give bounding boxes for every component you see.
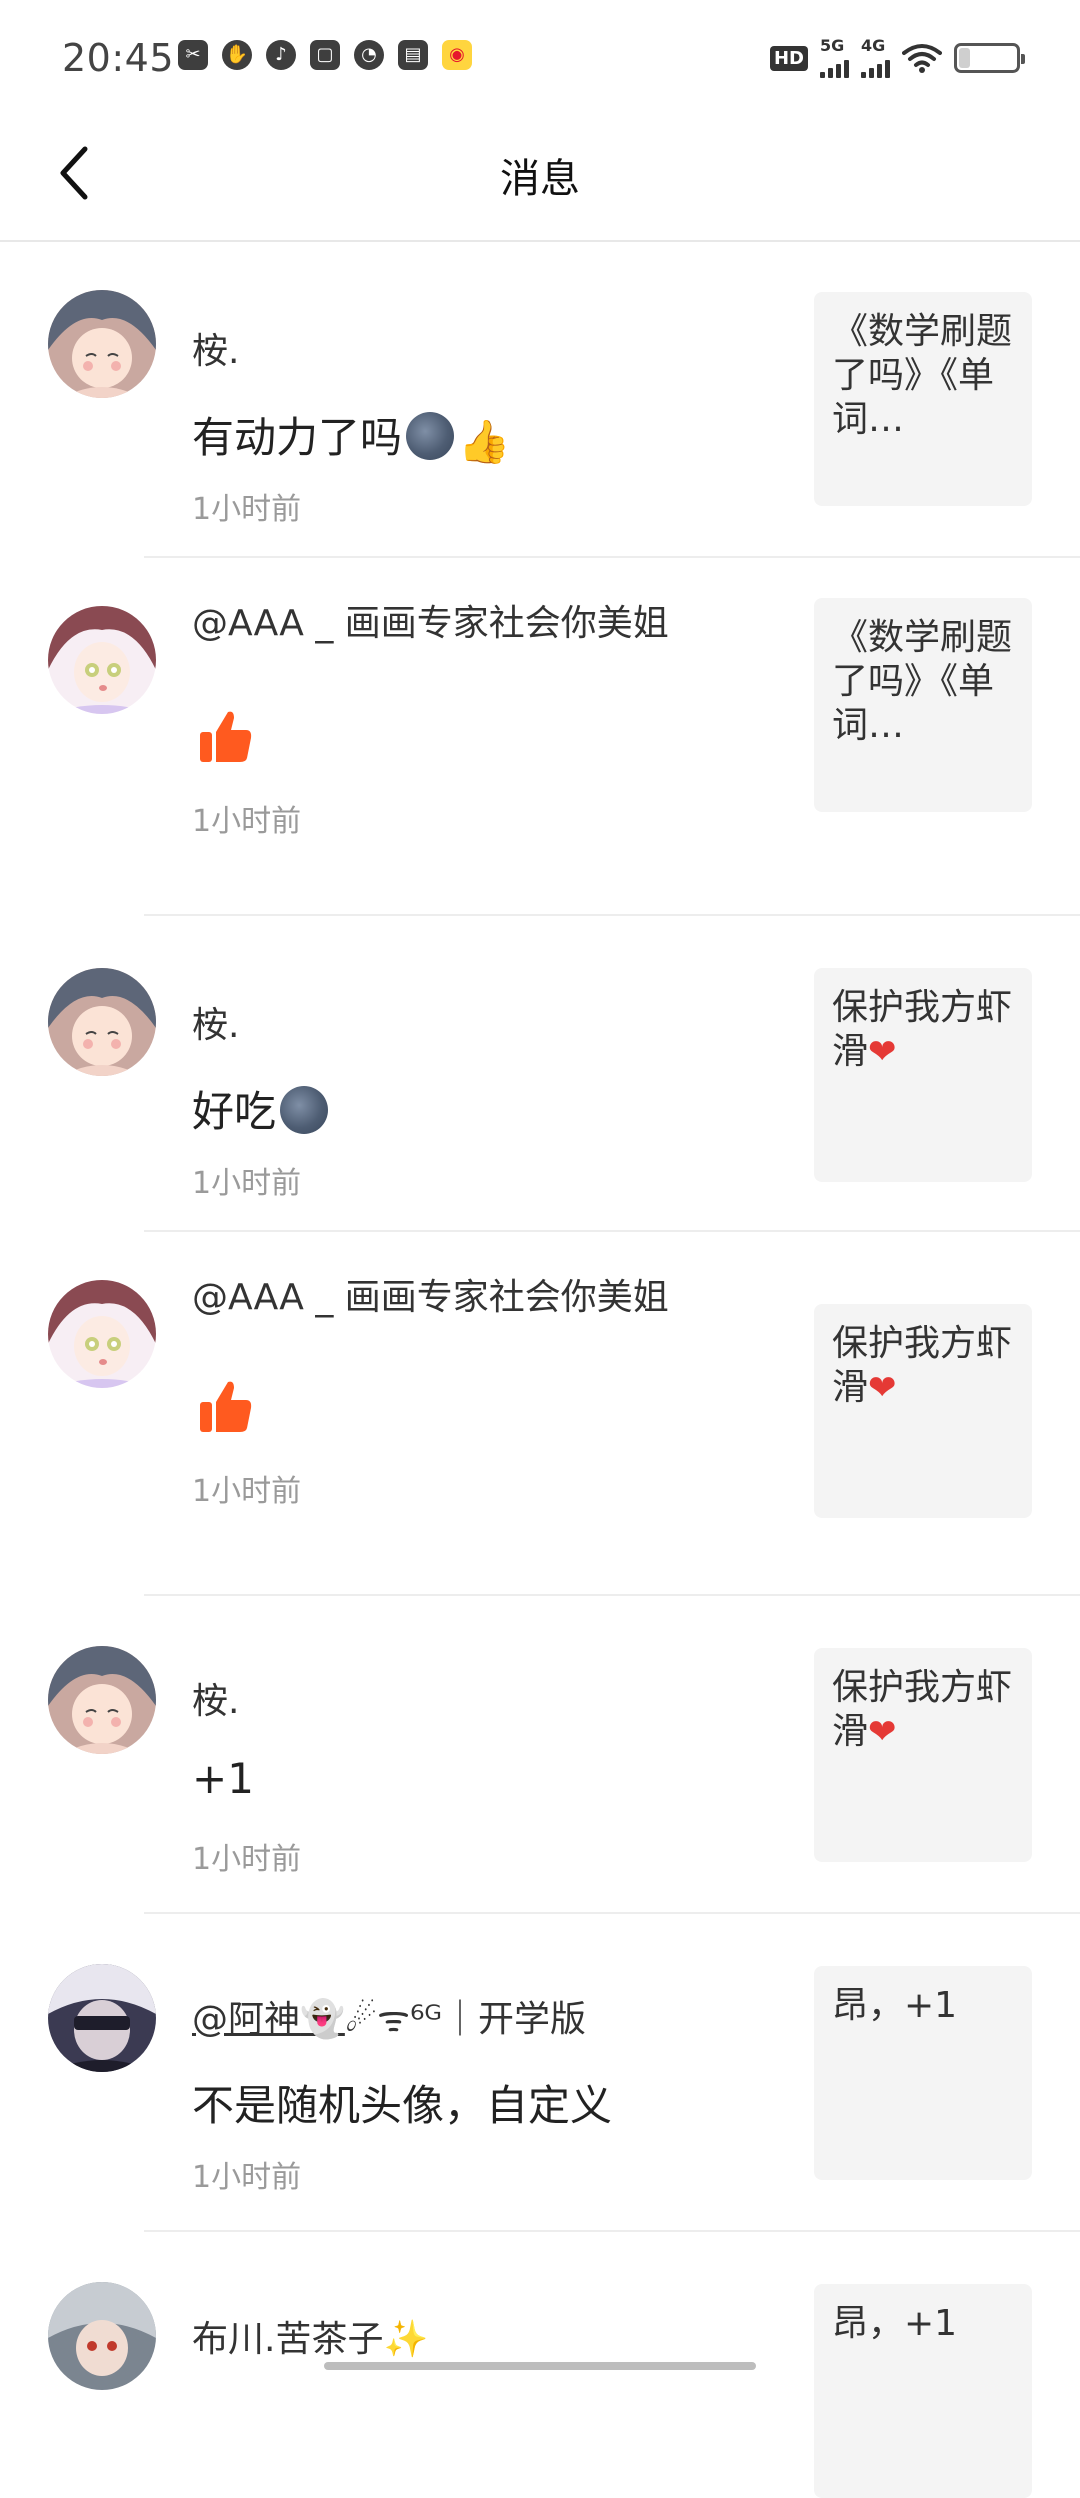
message-item[interactable]: @阿神👻☄ᯤ⁶ᴳ｜开学版 不是随机头像，自定义 1小时前 昂，+1 — [0, 1914, 1080, 2232]
timestamp: 1小时前 — [192, 2160, 302, 2195]
message-item[interactable]: @AAA _ 画画专家社会你美姐 1小时前 保护我方虾滑❤ — [0, 1232, 1080, 1596]
status-bar: 20:45 ✂ ✋ ♪ ▢ ◔ ▤ ◉ HD 5G 4G 4 — [0, 0, 1080, 110]
like-emoji-icon — [196, 708, 254, 770]
message-content: 有动力了吗 👍 — [192, 404, 510, 467]
battery-level: 4 — [980, 47, 994, 69]
thumbs-up-emoji-icon: 👍 — [458, 417, 511, 466]
post-preview[interactable]: 《数学刷题了吗》《单词… — [814, 292, 1032, 506]
hd-badge: HD — [769, 45, 808, 71]
signal-icon — [820, 54, 849, 78]
sim1-signal: 5G — [820, 38, 849, 78]
username[interactable]: 布川.苦茶子✨ — [192, 2310, 428, 2362]
notification-icons: ✂ ✋ ♪ ▢ ◔ ▤ ◉ — [178, 40, 472, 70]
wifi-icon — [902, 44, 942, 73]
post-preview[interactable]: 保护我方虾滑❤ — [814, 1304, 1032, 1518]
post-preview[interactable]: 保护我方虾滑❤ — [814, 1648, 1032, 1862]
message-list: 桉. 有动力了吗 👍 1小时前 《数学刷题了吗》《单词… @AAA _ 画画专家社… — [0, 242, 1080, 2498]
username[interactable]: 桉. — [192, 322, 239, 374]
avatar[interactable] — [48, 1280, 156, 1388]
timestamp: 1小时前 — [192, 1474, 302, 1509]
book-app-icon: ▤ — [398, 40, 428, 70]
message-content: +1 — [192, 1754, 254, 1803]
message-item[interactable]: @AAA _ 画画专家社会你美姐 1小时前 《数学刷题了吗》《单词… — [0, 558, 1080, 916]
username-text: @阿神 — [192, 1999, 301, 2040]
post-preview[interactable]: 《数学刷题了吗》《单词… — [814, 598, 1032, 812]
battery-icon: 4 — [954, 43, 1025, 73]
username-suffix: ☄ᯤ⁶ᴳ｜开学版 — [344, 1999, 586, 2040]
sparkles-emoji-icon: ✨ — [383, 2319, 429, 2360]
avatar[interactable] — [48, 1964, 156, 2072]
post-preview[interactable]: 保护我方虾滑❤ — [814, 968, 1032, 1182]
heart-emoji-icon: ❤ — [868, 1368, 897, 1408]
scissors-app-icon: ✂ — [178, 40, 208, 70]
sim2-label: 4G — [861, 36, 886, 55]
sim1-label: 5G — [820, 36, 845, 55]
username[interactable]: 桉. — [192, 996, 239, 1048]
signal-icon — [861, 54, 890, 78]
timestamp: 1小时前 — [192, 1842, 302, 1877]
timestamp: 1小时前 — [192, 492, 302, 527]
hand-app-icon: ✋ — [222, 40, 252, 70]
post-preview[interactable]: 昂，+1 — [814, 1966, 1032, 2180]
ghost-emoji-icon: 👻 — [300, 1999, 345, 2040]
username[interactable]: 桉. — [192, 1672, 239, 1724]
preview-text: 保护我方虾滑 — [832, 1667, 1013, 1752]
username-text: 布川.苦茶子 — [192, 2319, 384, 2360]
moon-face-emoji-icon — [280, 1086, 329, 1134]
message-item[interactable]: 布川.苦茶子✨ 昂，+1 — [0, 2232, 1080, 2498]
heart-emoji-icon: ❤ — [868, 1032, 897, 1072]
message-content: 不是随机头像，自定义 — [192, 2081, 613, 2130]
avatar[interactable] — [48, 2282, 156, 2390]
message-text: 有动力了吗 — [192, 413, 403, 462]
username[interactable]: @阿神👻☄ᯤ⁶ᴳ｜开学版 — [192, 1990, 586, 2042]
moon-face-emoji-icon — [406, 412, 455, 460]
bag-app-icon: ▢ — [310, 40, 340, 70]
username[interactable]: @AAA _ 画画专家社会你美姐 — [192, 594, 669, 646]
message-item[interactable]: 桉. 好吃 1小时前 保护我方虾滑❤ — [0, 916, 1080, 1232]
username[interactable]: @AAA _ 画画专家社会你美姐 — [192, 1268, 669, 1320]
header: 消息 — [0, 110, 1080, 242]
timestamp: 1小时前 — [192, 804, 302, 839]
status-time: 20:45 — [62, 36, 175, 80]
weibo-app-icon: ◉ — [442, 40, 472, 70]
avatar[interactable] — [48, 290, 156, 398]
system-icons: HD 5G 4G 4 — [769, 38, 1025, 78]
preview-text: 保护我方虾滑 — [832, 987, 1013, 1072]
post-preview[interactable]: 昂，+1 — [814, 2284, 1032, 2498]
like-emoji-icon — [196, 1378, 254, 1440]
avatar[interactable] — [48, 968, 156, 1076]
home-indicator[interactable] — [324, 2362, 756, 2370]
avatar[interactable] — [48, 1646, 156, 1754]
timestamp: 1小时前 — [192, 1166, 302, 1201]
message-item[interactable]: 桉. +1 1小时前 保护我方虾滑❤ — [0, 1596, 1080, 1914]
avatar[interactable] — [48, 606, 156, 714]
heart-emoji-icon: ❤ — [868, 1712, 897, 1752]
message-item[interactable]: 桉. 有动力了吗 👍 1小时前 《数学刷题了吗》《单词… — [0, 242, 1080, 558]
audio-app-icon: ♪ — [266, 40, 296, 70]
sim2-signal: 4G — [861, 38, 890, 78]
gauge-app-icon: ◔ — [354, 40, 384, 70]
message-text: 好吃 — [192, 1087, 277, 1136]
message-content: 好吃 — [192, 1078, 329, 1139]
preview-text: 保护我方虾滑 — [832, 1323, 1013, 1408]
page-title: 消息 — [500, 156, 580, 202]
